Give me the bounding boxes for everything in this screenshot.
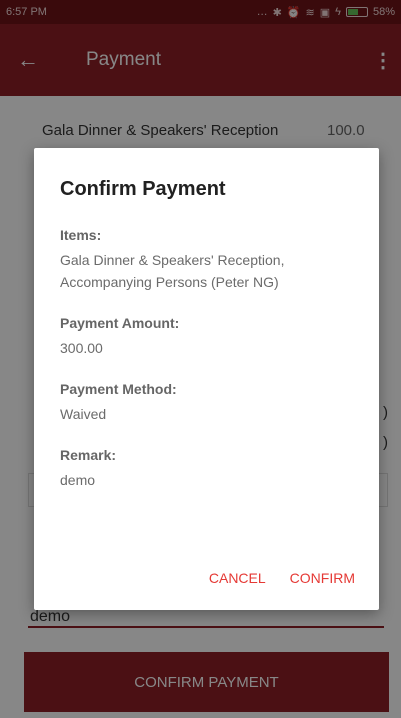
payment-amount-value: 300.00	[60, 340, 103, 356]
items-value: Gala Dinner & Speakers' Reception, Accom…	[60, 252, 285, 290]
remark-section: Remark: demo	[60, 447, 353, 491]
items-section: Items: Gala Dinner & Speakers' Reception…	[60, 227, 353, 293]
confirm-payment-dialog: Confirm Payment Items: Gala Dinner & Spe…	[34, 148, 379, 610]
method-section: Payment Method: Waived	[60, 381, 353, 425]
payment-method-label: Payment Method:	[60, 381, 177, 397]
confirm-button[interactable]: CONFIRM	[290, 570, 355, 586]
dialog-title: Confirm Payment	[60, 178, 226, 200]
items-label: Items:	[60, 227, 102, 243]
remark-value: demo	[60, 472, 96, 488]
payment-amount-label: Payment Amount:	[60, 315, 180, 331]
remark-label: Remark:	[60, 447, 117, 463]
dialog-actions: CANCEL CONFIRM	[209, 570, 355, 586]
payment-method-value: Waived	[60, 406, 107, 422]
amount-section: Payment Amount: 300.00	[60, 315, 353, 359]
cancel-button[interactable]: CANCEL	[209, 570, 266, 586]
